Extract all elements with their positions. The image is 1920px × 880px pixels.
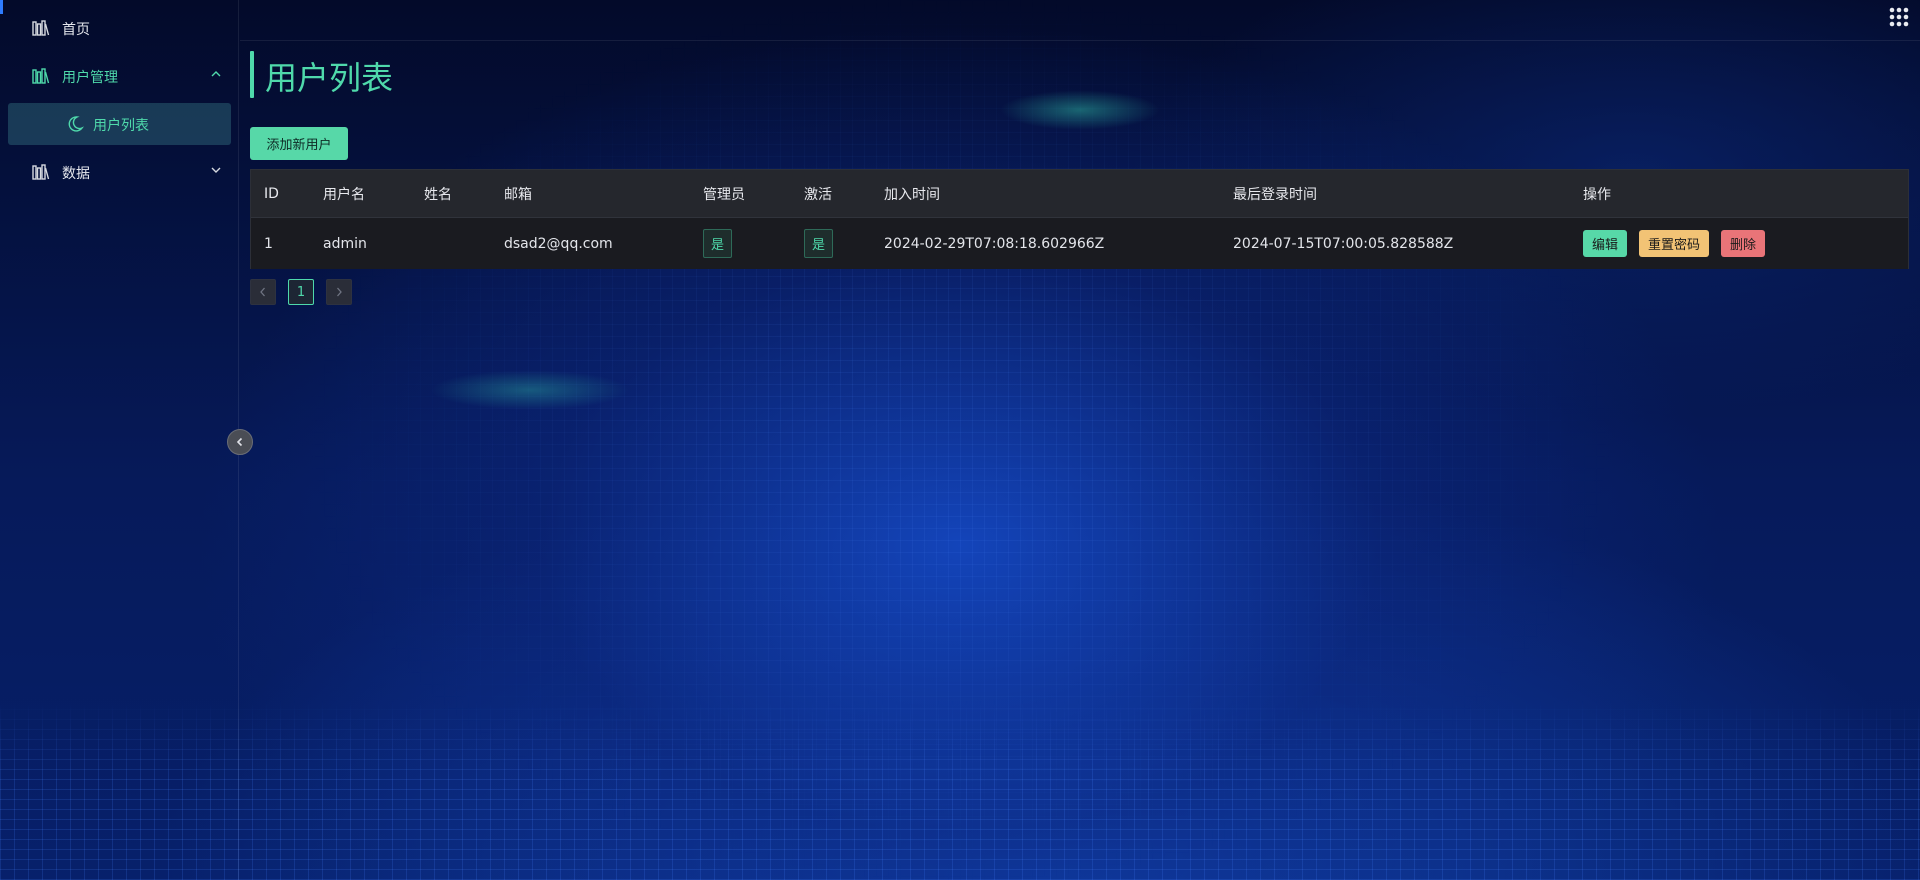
table-header: ID 用户名 姓名 邮箱 管理员 激活 加入时间 最后登录时间 操作	[251, 170, 1908, 218]
cell-email: dsad2@qq.com	[504, 235, 613, 252]
column-header-last-login: 最后登录时间	[1233, 186, 1317, 203]
chevron-right-icon	[337, 287, 342, 297]
column-header-active: 激活	[804, 186, 832, 203]
moon-icon	[68, 116, 84, 132]
sidebar-item-data[interactable]: 数据	[0, 147, 239, 195]
user-table: ID 用户名 姓名 邮箱 管理员 激活 加入时间 最后登录时间 操作 1 adm…	[250, 169, 1909, 269]
prev-page-button[interactable]	[250, 279, 276, 305]
column-header-joined: 加入时间	[884, 186, 940, 203]
sidebar-item-user-management[interactable]: 用户管理	[0, 51, 239, 99]
cell-active: 是	[804, 218, 834, 269]
reset-password-button[interactable]: 重置密码	[1639, 230, 1710, 257]
sidebar-item-user-list[interactable]: 用户列表	[8, 103, 231, 145]
library-icon	[32, 20, 50, 36]
cell-username: admin	[323, 235, 367, 252]
column-header-username: 用户名	[323, 186, 365, 203]
page-title: 用户列表	[265, 59, 394, 97]
column-header-email: 邮箱	[504, 186, 532, 203]
header-divider	[240, 40, 1920, 41]
library-icon	[32, 68, 50, 84]
sidebar: 首页 用户管理 用户列表 数据	[0, 0, 253, 880]
pagination: 1	[250, 279, 352, 305]
library-icon	[32, 164, 50, 180]
sidebar-item-home[interactable]: 首页	[0, 3, 239, 51]
column-header-actions: 操作	[1583, 186, 1611, 203]
sidebar-item-label: 用户列表	[93, 118, 149, 134]
column-header-admin: 管理员	[703, 186, 745, 203]
background-waves	[0, 700, 1920, 880]
column-header-name: 姓名	[424, 186, 452, 203]
sidebar-collapse-button[interactable]	[227, 429, 253, 455]
next-page-button[interactable]	[326, 279, 352, 305]
page-number-button[interactable]: 1	[288, 279, 314, 305]
sidebar-item-label: 首页	[62, 22, 90, 38]
sidebar-item-label: 用户管理	[62, 70, 118, 86]
apps-grid-icon[interactable]	[1888, 6, 1910, 28]
chevron-down-icon	[211, 167, 221, 173]
cell-actions: 编辑 重置密码 删除	[1583, 218, 1777, 269]
chevron-up-icon	[211, 71, 221, 77]
admin-status-badge: 是	[703, 229, 733, 258]
cell-joined: 2024-02-29T07:08:18.602966Z	[884, 235, 1105, 252]
delete-button[interactable]: 删除	[1721, 230, 1766, 257]
table-row: 1 admin dsad2@qq.com 是 是 2024-02-29T07:0…	[251, 218, 1908, 269]
chevron-left-icon	[236, 437, 243, 447]
cell-last-login: 2024-07-15T07:00:05.828588Z	[1233, 235, 1454, 252]
background-glow	[1000, 90, 1160, 130]
edit-button[interactable]: 编辑	[1583, 230, 1628, 257]
active-status-badge: 是	[804, 229, 834, 258]
column-header-id: ID	[264, 185, 279, 202]
chevron-left-icon	[260, 287, 265, 297]
background-glow	[430, 370, 630, 410]
cell-admin: 是	[703, 218, 733, 269]
sidebar-item-label: 数据	[62, 166, 90, 182]
cell-id: 1	[264, 235, 273, 252]
add-user-button[interactable]: 添加新用户	[250, 127, 348, 160]
title-accent-bar	[250, 51, 254, 98]
